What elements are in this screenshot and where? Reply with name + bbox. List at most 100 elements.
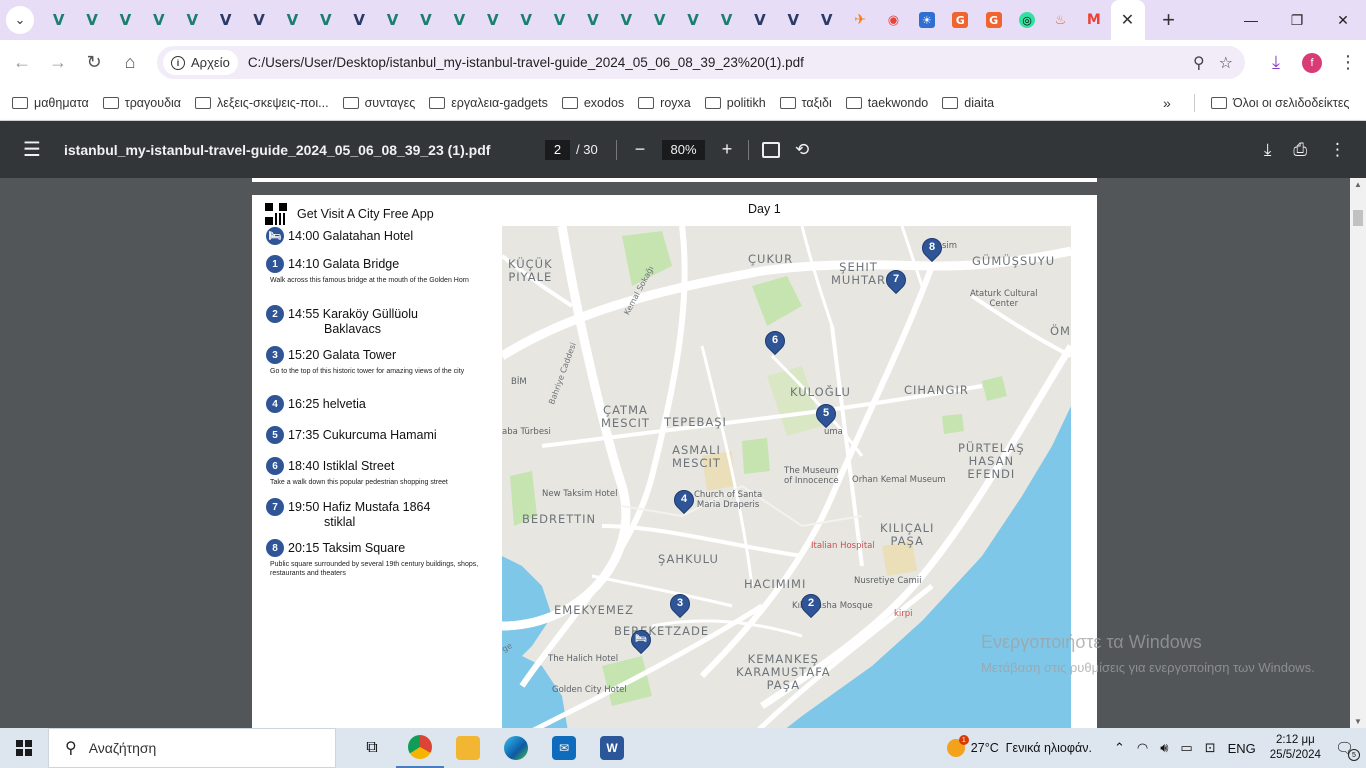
browser-tab[interactable]: V — [710, 0, 743, 40]
volume-icon[interactable]: 🔊︎ — [1160, 740, 1168, 756]
bookmark-folder[interactable]: exodos — [561, 96, 624, 110]
browser-tab[interactable]: V — [443, 0, 476, 40]
site-info-chip[interactable]: i Αρχείο — [163, 50, 238, 75]
browser-tab[interactable]: V — [376, 0, 409, 40]
scroll-down-icon[interactable]: ▼ — [1354, 717, 1362, 726]
fit-page-icon[interactable] — [762, 141, 780, 158]
chrome-taskbar-button[interactable] — [396, 728, 444, 768]
browser-tab[interactable]: ◎ — [1010, 0, 1043, 40]
address-bar[interactable]: i Αρχείο C:/Users/User/Desktop/istanbul_… — [157, 46, 1245, 79]
map-pin[interactable]: 2 — [796, 589, 826, 620]
bookmark-folder[interactable]: τραγουδια — [102, 96, 181, 110]
browser-tab[interactable]: V — [209, 0, 242, 40]
pdf-menu-icon[interactable]: ☰ — [23, 137, 43, 162]
chevron-up-icon[interactable]: ⌃ — [1114, 740, 1125, 756]
active-tab[interactable]: ✕ — [1110, 0, 1145, 40]
explorer-taskbar-button[interactable] — [444, 728, 492, 768]
browser-tab[interactable]: V — [610, 0, 643, 40]
vertical-scrollbar[interactable]: ▲ ▼ — [1350, 178, 1366, 728]
browser-tab[interactable]: V — [643, 0, 676, 40]
reload-button[interactable]: ↻ — [77, 46, 111, 80]
browser-tab[interactable]: ✈ — [843, 0, 876, 40]
browser-tab[interactable]: V — [409, 0, 442, 40]
word-taskbar-button[interactable]: W — [588, 728, 636, 768]
weather-icon[interactable]: 1 — [946, 735, 969, 757]
bookmark-folder[interactable]: μαθηματα — [12, 96, 89, 110]
start-button[interactable] — [0, 728, 48, 768]
bookmark-folder[interactable]: diaita — [942, 96, 994, 110]
map-pin[interactable]: 6 — [760, 326, 790, 357]
tab-search-button[interactable]: ⌄ — [6, 6, 34, 34]
browser-tab[interactable]: V — [42, 0, 75, 40]
scrollbar-thumb[interactable] — [1353, 210, 1363, 226]
browser-tab[interactable]: V — [777, 0, 810, 40]
map-pin[interactable]: 3 — [665, 589, 695, 620]
task-view-button[interactable]: ⧉ — [348, 728, 396, 768]
bookmark-folder[interactable]: εργαλεια-gadgets — [429, 96, 548, 110]
all-bookmarks-button[interactable]: Όλοι οι σελιδοδείκτες — [1211, 96, 1349, 110]
forward-button[interactable]: → — [41, 46, 75, 80]
browser-tab[interactable]: V — [75, 0, 108, 40]
browser-tab[interactable]: V — [276, 0, 309, 40]
browser-tab[interactable]: V — [576, 0, 609, 40]
browser-tab[interactable]: V — [176, 0, 209, 40]
browser-tab[interactable]: V — [242, 0, 275, 40]
scroll-up-icon[interactable]: ▲ — [1354, 180, 1362, 189]
home-button[interactable]: ⌂ — [113, 46, 147, 80]
browser-tab[interactable]: V — [109, 0, 142, 40]
download-icon[interactable]: ⤓ — [1264, 140, 1272, 160]
clock[interactable]: 2:12 μμ 25/5/2024 — [1270, 733, 1321, 763]
zoom-input[interactable]: 80% — [662, 139, 705, 160]
bookmark-folder[interactable]: ταξιδι — [779, 96, 832, 110]
close-tab-icon[interactable]: ✕ — [1121, 10, 1134, 30]
browser-tab[interactable]: V — [509, 0, 542, 40]
new-tab-button[interactable]: + — [1155, 6, 1183, 34]
browser-tab[interactable]: V — [543, 0, 576, 40]
browser-tab[interactable]: V — [676, 0, 709, 40]
browser-tab[interactable]: V — [142, 0, 175, 40]
browser-tab[interactable]: G — [944, 0, 977, 40]
browser-menu-icon[interactable]: ⋮ — [1330, 52, 1366, 73]
notification-icon[interactable]: 🗨︎ 5 — [1335, 739, 1360, 761]
bookmark-folder[interactable]: politikh — [704, 96, 766, 110]
edge-taskbar-button[interactable] — [492, 728, 540, 768]
map-pin[interactable]: 🛏 — [626, 625, 656, 656]
print-icon[interactable]: ⎙ — [1293, 140, 1307, 160]
more-options-icon[interactable]: ⋮ — [1329, 140, 1346, 160]
wifi-icon[interactable]: ◠ — [1137, 740, 1148, 756]
bookmark-folder[interactable]: royxa — [638, 96, 691, 110]
profile-avatar[interactable]: f — [1302, 52, 1322, 73]
map-pin[interactable]: 5 — [811, 399, 841, 430]
rotate-icon[interactable]: ⟲ — [795, 140, 809, 160]
browser-tab[interactable]: G — [977, 0, 1010, 40]
display-icon[interactable]: ⊡ — [1205, 740, 1216, 756]
browser-tab[interactable]: V — [476, 0, 509, 40]
bookmarks-overflow-button[interactable]: » — [1163, 95, 1171, 111]
browser-tab[interactable]: ◉ — [877, 0, 910, 40]
browser-tab[interactable]: ☀ — [910, 0, 943, 40]
language-indicator[interactable]: ENG — [1228, 741, 1256, 756]
weather-text[interactable]: 27°C Γενικά ηλιοφάν. — [971, 741, 1092, 755]
bookmark-folder[interactable]: συνταγες — [342, 96, 415, 110]
restore-button[interactable]: ❐ — [1274, 0, 1320, 40]
bookmark-star-icon[interactable]: ☆ — [1219, 53, 1233, 73]
mail-taskbar-button[interactable]: ✉ — [540, 728, 588, 768]
browser-tab[interactable]: V — [343, 0, 376, 40]
browser-tab[interactable]: V — [309, 0, 342, 40]
back-button[interactable]: ← — [5, 46, 39, 80]
bookmark-folder[interactable]: λεξεις-σκεψεις-ποι... — [195, 96, 329, 110]
downloads-icon[interactable]: ⤓ — [1258, 52, 1294, 73]
map-pin[interactable]: 7 — [881, 265, 911, 296]
map-pin[interactable]: 4 — [669, 485, 699, 516]
browser-tab[interactable]: V — [743, 0, 776, 40]
close-window-button[interactable]: ✕ — [1320, 0, 1366, 40]
browser-tab[interactable]: M — [1077, 0, 1110, 40]
map-pin[interactable]: 8 — [917, 233, 947, 264]
battery-icon[interactable]: ▭ — [1180, 740, 1192, 756]
zoom-in-button[interactable]: + — [717, 139, 737, 160]
page-number-input[interactable]: 2 — [545, 139, 570, 160]
zoom-icon[interactable]: ⚲ — [1193, 53, 1205, 73]
zoom-out-button[interactable]: − — [630, 139, 650, 160]
taskbar-search[interactable]: ⚲ Αναζήτηση — [48, 728, 336, 768]
browser-tab[interactable]: ♨ — [1044, 0, 1077, 40]
